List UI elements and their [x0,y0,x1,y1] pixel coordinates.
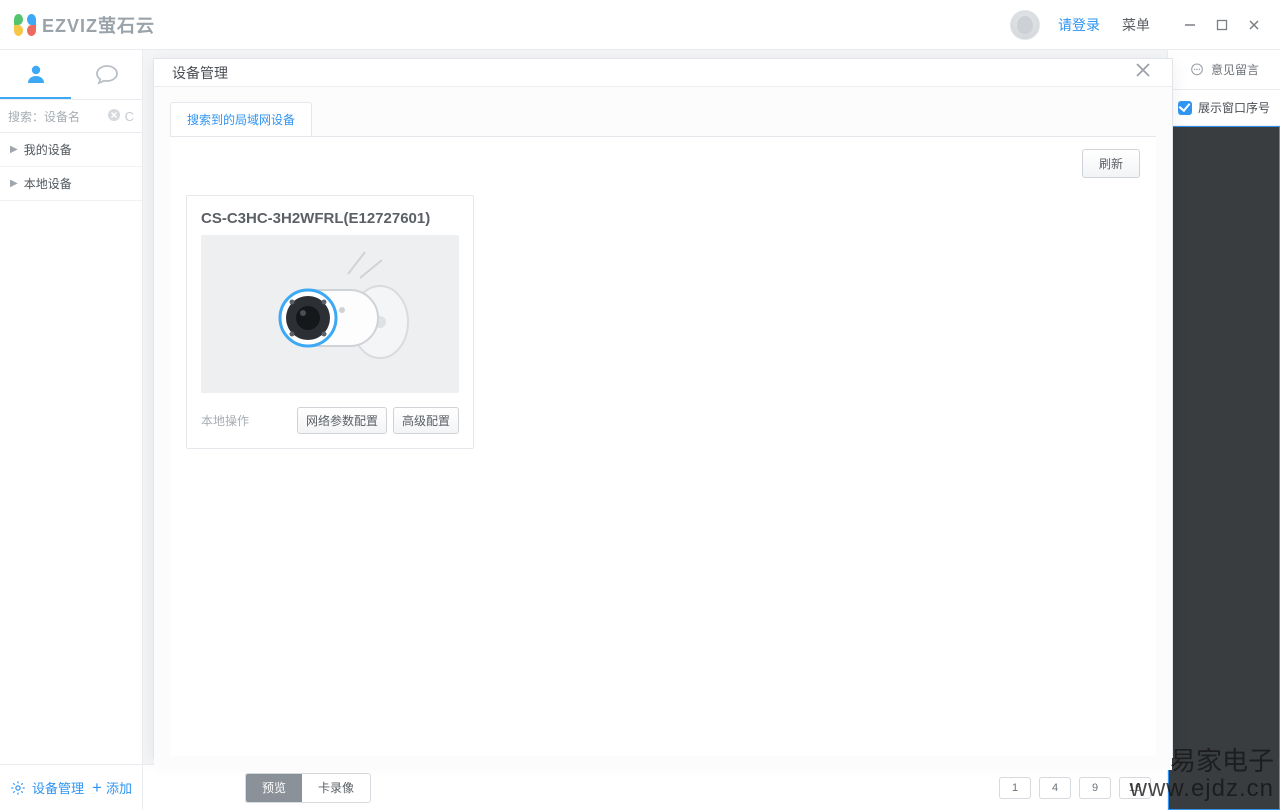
close-window-button[interactable] [1242,13,1266,37]
feedback-button[interactable]: 意见留言 [1168,50,1280,90]
grid-4-button[interactable]: 4 [1039,777,1071,799]
tab-messages[interactable] [71,50,142,99]
add-button[interactable]: + 添加 [92,778,142,798]
login-link[interactable]: 请登录 [1058,15,1100,35]
grid-9-button[interactable]: 9 [1079,777,1111,799]
show-index-label: 展示窗口序号 [1198,99,1270,116]
preview-slot[interactable] [1168,126,1280,810]
checkbox-checked-icon [1178,101,1192,115]
bottom-bar: 预览 卡录像 1 4 9 16 [143,764,1167,810]
app-body: 搜索：设备名 C ▶ 我的设备 ▶ 本地设备 设备管理 + 添加 [0,50,1280,810]
advanced-config-button[interactable]: 高级配置 [393,407,459,434]
clear-icon[interactable] [107,108,121,125]
menu-button[interactable]: 菜单 [1122,15,1150,35]
device-management-button[interactable]: 设备管理 [0,778,92,797]
search-row[interactable]: 搜索：设备名 C [0,100,142,133]
maximize-button[interactable] [1210,13,1234,37]
close-icon[interactable] [1132,59,1154,86]
modal-header: 设备管理 [154,59,1172,87]
record-tab[interactable]: 卡录像 [302,774,370,802]
caret-icon: ▶ [10,178,18,189]
app-name: EZVIZ萤石云 [42,12,155,38]
center-area: 设备管理 搜索到的局域网设备 刷新 CS-C3HC-3H2WFRL(E12727… [143,50,1167,810]
add-label: 添加 [106,778,132,797]
device-name: CS-C3HC-3H2WFRL(E12727601) [201,210,459,227]
show-index-toggle[interactable]: 展示窗口序号 [1168,90,1280,126]
modal-inner: 刷新 CS-C3HC-3H2WFRL(E12727601) [170,136,1156,756]
gear-icon [10,780,26,796]
caret-icon: ▶ [10,144,18,155]
comment-icon [1189,62,1205,78]
device-management-label: 设备管理 [32,778,84,797]
camera-icon [210,244,450,384]
titlebar: EZVIZ萤石云 请登录 菜单 [0,0,1280,50]
avatar-icon[interactable] [1010,10,1040,40]
local-ops-label: 本地操作 [201,412,291,429]
tree-label: 我的设备 [24,141,72,158]
grid-1-button[interactable]: 1 [999,777,1031,799]
search-placeholder: 搜索：设备名 [8,108,107,125]
device-card: CS-C3HC-3H2WFRL(E12727601) [186,195,474,449]
tree-label: 本地设备 [24,175,72,192]
device-management-modal: 设备管理 搜索到的局域网设备 刷新 CS-C3HC-3H2WFRL(E12727… [153,58,1173,758]
tree-local-devices[interactable]: ▶ 本地设备 [0,167,142,201]
minimize-button[interactable] [1178,13,1202,37]
search-extra-icon[interactable]: C [125,109,134,124]
right-panel: 意见留言 展示窗口序号 [1167,50,1280,810]
chat-icon [94,63,120,87]
side-tabs [0,50,142,100]
feedback-label: 意见留言 [1211,61,1259,78]
refresh-button[interactable]: 刷新 [1082,149,1140,178]
tree-my-devices[interactable]: ▶ 我的设备 [0,133,142,167]
modal-title: 设备管理 [172,63,228,83]
sidebar: 搜索：设备名 C ▶ 我的设备 ▶ 本地设备 设备管理 + 添加 [0,50,143,810]
modal-body: 搜索到的局域网设备 刷新 CS-C3HC-3H2WFRL(E12727601) [154,87,1172,770]
app-logo: EZVIZ萤石云 [14,12,155,38]
tab-contacts[interactable] [0,50,71,99]
preview-tab[interactable]: 预览 [246,774,302,802]
person-icon [24,62,48,86]
card-actions: 本地操作 网络参数配置 高级配置 [201,407,459,434]
view-segment: 预览 卡录像 [245,773,371,803]
device-image [201,235,459,393]
plus-icon: + [92,778,102,798]
logo-mark-icon [14,14,36,36]
tab-lan-devices[interactable]: 搜索到的局域网设备 [170,102,312,137]
net-config-button[interactable]: 网络参数配置 [297,407,387,434]
grid-16-button[interactable]: 16 [1119,777,1151,799]
sidebar-bottom: 设备管理 + 添加 [0,764,142,810]
